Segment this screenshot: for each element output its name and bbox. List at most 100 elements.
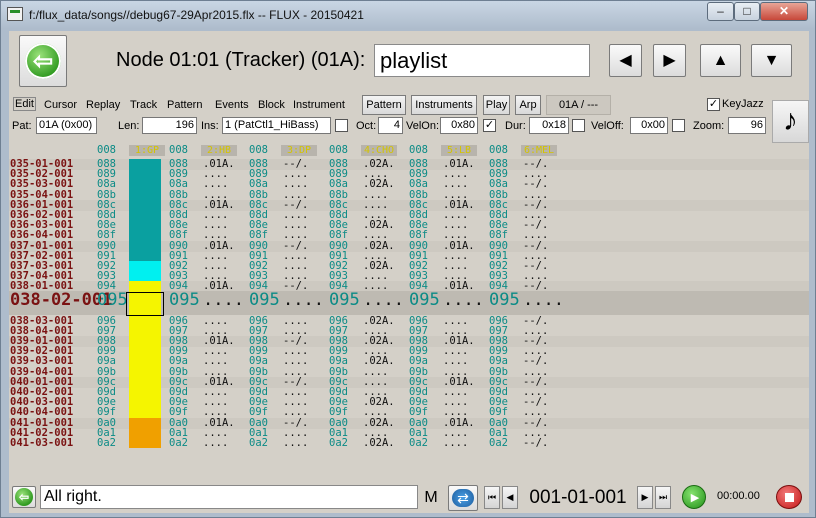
node-name-field[interactable]: playlist <box>374 44 590 77</box>
step-forward-button[interactable]: ▶ <box>637 486 653 509</box>
velon-checkbox[interactable]: ✓ <box>483 119 496 132</box>
rewind-start-button[interactable]: ⏮ <box>484 486 500 509</box>
child-node-button[interactable]: ▼ <box>751 44 792 77</box>
track1-block-teal[interactable] <box>129 159 161 261</box>
veloff-field[interactable]: 0x00 <box>630 117 668 134</box>
menu-track[interactable]: Track <box>130 99 157 111</box>
keyjazz-label: KeyJazz <box>722 98 764 110</box>
header-step: 008 <box>329 144 348 156</box>
menu-block[interactable]: Block <box>258 99 285 111</box>
track-cell-6[interactable]: --/. <box>523 438 548 449</box>
track-header-4[interactable]: 4:CHO <box>361 145 397 156</box>
track-header-3[interactable]: 3:DP <box>281 145 317 156</box>
pat-label: Pat: <box>12 120 32 132</box>
dur-field[interactable]: 0x18 <box>529 117 569 134</box>
track-cell-2[interactable]: .... <box>203 291 244 308</box>
zoom-field[interactable]: 96 <box>728 117 766 134</box>
forward-end-button[interactable]: ⏭ <box>655 486 671 509</box>
stop-icon <box>784 492 794 502</box>
dur-checkbox[interactable] <box>572 119 585 132</box>
track-cell-3[interactable]: .... <box>283 291 324 308</box>
cursor-box <box>126 291 164 316</box>
row-step-label: 095 <box>409 289 440 310</box>
zoom-label: Zoom: <box>693 120 725 132</box>
oct-field[interactable]: 4 <box>378 117 403 134</box>
app-icon <box>7 7 23 21</box>
menu-events[interactable]: Events <box>215 99 249 111</box>
pattern-button[interactable]: Pattern <box>362 95 406 115</box>
row-step-label: 0a2 <box>489 437 508 449</box>
track-header-6[interactable]: 6:MEL <box>521 145 557 156</box>
track-header-2[interactable]: 2:HB <box>201 145 237 156</box>
loop-icon: ⇄ <box>452 489 474 507</box>
track1-block-orange[interactable] <box>129 417 161 449</box>
track-header-5[interactable]: 5:LB <box>441 145 477 156</box>
music-note-icon[interactable]: ♪ <box>772 100 809 143</box>
pat-select[interactable]: 01A (0x00) <box>36 117 97 134</box>
row-step-label: 095 <box>329 289 360 310</box>
stop-button[interactable] <box>776 485 802 509</box>
play-button[interactable]: ▶ <box>682 485 706 509</box>
menu-edit[interactable]: Edit <box>13 97 36 111</box>
play-icon: ▶ <box>690 491 700 504</box>
close-button[interactable]: ✕ <box>760 2 808 21</box>
row-step-label: 0a2 <box>169 437 188 449</box>
len-field[interactable]: 196 <box>142 117 197 134</box>
minimize-button[interactable]: – <box>707 2 734 21</box>
header-step: 008 <box>489 144 508 156</box>
track1-block-cyan[interactable] <box>129 261 161 282</box>
menu-pattern[interactable]: Pattern <box>167 99 202 111</box>
application-window: f:/flux_data/songs//debug67-29Apr2015.fl… <box>0 0 816 518</box>
dur-label: Dur: <box>505 120 526 132</box>
status-bar: ⇦ All right. M ⇄ ⏮ ◀ 001-01-001 ▶ ⏭ ▶ 00… <box>9 483 809 513</box>
status-message: All right. <box>40 485 418 509</box>
header-step: 008 <box>249 144 268 156</box>
step-back-button[interactable]: ◀ <box>502 486 518 509</box>
track-cell-4[interactable]: .... <box>363 291 404 308</box>
keyjazz-checkbox[interactable]: ✓ <box>707 98 720 111</box>
row-position-label[interactable]: 041-03-001 <box>10 438 73 449</box>
track-cell-5[interactable]: .... <box>443 291 484 308</box>
play-tab-button[interactable]: Play <box>483 95 510 115</box>
track-cell-2[interactable]: .... <box>203 438 228 449</box>
node-label: Node 01:01 (Tracker) (01A): <box>116 49 366 71</box>
up-triangle-icon: ▲ <box>712 51 729 69</box>
ins-field[interactable]: 1 (PatCtl1_HiBass) <box>222 117 331 134</box>
menu-instrument[interactable]: Instrument <box>293 99 345 111</box>
down-triangle-icon: ▼ <box>763 51 780 69</box>
track-cell-6[interactable]: .... <box>523 291 564 308</box>
instruments-button[interactable]: Instruments <box>411 95 477 115</box>
next-node-button[interactable]: ▶ <box>653 44 686 77</box>
previous-node-button[interactable]: ◀ <box>609 44 642 77</box>
loop-button[interactable]: ⇄ <box>448 485 478 511</box>
back-button[interactable]: ⇦ <box>19 35 67 87</box>
row-step-label: 095 <box>169 289 200 310</box>
velon-field[interactable]: 0x80 <box>440 117 478 134</box>
veloff-checkbox[interactable] <box>672 119 685 132</box>
status-back-button[interactable]: ⇦ <box>12 486 36 508</box>
velon-label: VelOn: <box>406 120 440 132</box>
mode-indicator[interactable]: M <box>422 486 440 509</box>
pattern-grid[interactable]: 008 008 008 008 008 008 1:GP 2:HB 3:DP 4:CHO 5:LB 6… <box>9 143 809 481</box>
track-header-1[interactable]: 1:GP <box>129 145 165 156</box>
header-step: 008 <box>169 144 188 156</box>
row-step-label: 0a2 <box>329 437 348 449</box>
menu-cursor[interactable]: Cursor <box>44 99 77 111</box>
header-step: 008 <box>409 144 428 156</box>
title-bar[interactable]: f:/flux_data/songs//debug67-29Apr2015.fl… <box>1 1 815 29</box>
menu-replay[interactable]: Replay <box>86 99 120 111</box>
menu-bar: Edit Cursor Replay Track Pattern Events … <box>9 93 809 117</box>
track-cell-5[interactable]: .... <box>443 438 468 449</box>
maximize-button[interactable]: □ <box>734 2 760 21</box>
node-bar: ⇦ Node 01:01 (Tracker) (01A): playlist ◀… <box>9 31 809 91</box>
track-cell-4[interactable]: .02A. <box>363 438 395 449</box>
right-triangle-icon: ▶ <box>663 51 676 69</box>
client-area: ⇦ Node 01:01 (Tracker) (01A): playlist ◀… <box>9 31 809 513</box>
row-step-label: 095 <box>489 289 520 310</box>
track-cell-3[interactable]: .... <box>283 438 308 449</box>
ins-label: Ins: <box>201 120 219 132</box>
left-triangle-icon: ◀ <box>619 51 632 69</box>
arp-button[interactable]: Arp <box>515 95 541 115</box>
ins-checkbox[interactable] <box>335 119 348 132</box>
parent-node-button[interactable]: ▲ <box>700 44 741 77</box>
